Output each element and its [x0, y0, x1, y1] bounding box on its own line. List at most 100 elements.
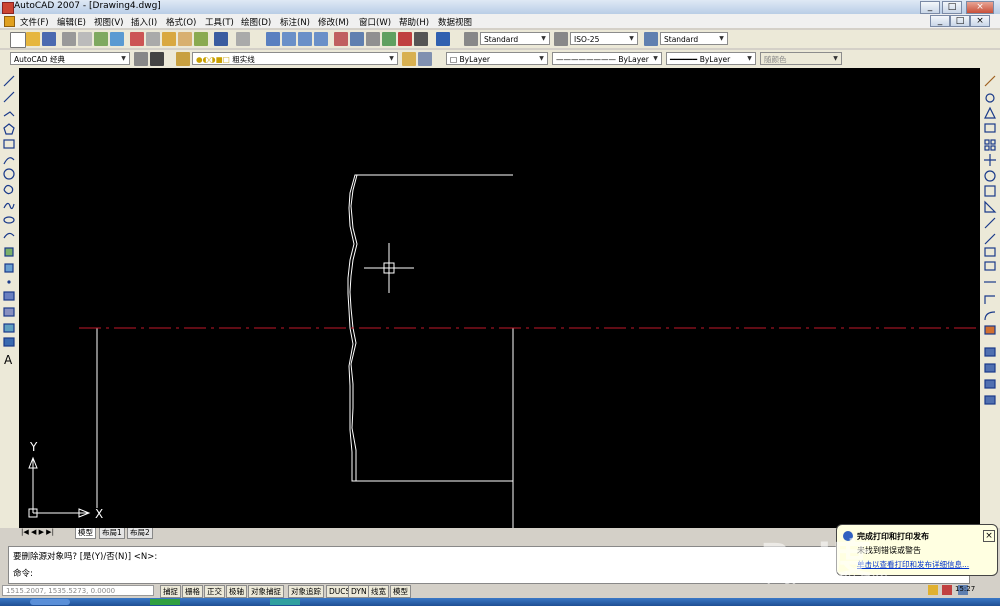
- gradient-icon[interactable]: [3, 307, 15, 317]
- break-point-icon[interactable]: [984, 247, 996, 257]
- document-icon[interactable]: [4, 16, 15, 27]
- lock-icon[interactable]: [928, 585, 938, 595]
- otrack-button[interactable]: 对象追踪: [288, 585, 324, 598]
- zoom-realtime-icon[interactable]: [282, 32, 296, 46]
- table-style-icon[interactable]: [644, 32, 658, 46]
- restore-button[interactable]: □: [942, 1, 962, 14]
- close-button[interactable]: ×: [966, 1, 994, 14]
- help-icon[interactable]: [436, 32, 450, 46]
- linetype-select[interactable]: ———————— ByLayer ▼: [552, 52, 662, 65]
- draworder-icon[interactable]: [984, 347, 996, 357]
- plot-preview-icon[interactable]: [78, 32, 92, 46]
- copy-icon[interactable]: [146, 32, 160, 46]
- menu-data-view[interactable]: 数据视图: [438, 16, 472, 28]
- menu-draw[interactable]: 绘图(D): [241, 16, 271, 28]
- ellipse-icon[interactable]: [3, 216, 15, 224]
- autocad-logo-icon[interactable]: [2, 2, 14, 14]
- move-icon[interactable]: [984, 154, 996, 166]
- new-icon[interactable]: [10, 32, 26, 48]
- plot-icon[interactable]: [62, 32, 76, 46]
- draworder-below-icon[interactable]: [984, 379, 996, 389]
- layer-previous-icon[interactable]: [418, 52, 432, 66]
- layer-select[interactable]: ●◐◑■□ 粗实线 ▼: [192, 52, 398, 65]
- polar-button[interactable]: 极轴: [226, 585, 247, 598]
- menu-format[interactable]: 格式(O): [166, 16, 196, 28]
- lineweight-select[interactable]: ━━━━━━ ByLayer ▼: [666, 52, 756, 65]
- match-properties-icon[interactable]: [178, 32, 192, 46]
- tab-nav-arrows-icon[interactable]: |◀ ◀ ▶ ▶|: [21, 528, 54, 536]
- make-block-icon[interactable]: [4, 263, 14, 273]
- table-icon[interactable]: [3, 337, 15, 347]
- make-layer-current-icon[interactable]: [402, 52, 416, 66]
- workspace-settings-icon[interactable]: [134, 52, 148, 66]
- coordinate-readout[interactable]: 1515.2007, 1535.5273, 0.0000: [2, 585, 154, 596]
- publish-icon[interactable]: [94, 32, 108, 46]
- layer-manager-icon[interactable]: [176, 52, 190, 66]
- menu-tools[interactable]: 工具(T): [205, 16, 234, 28]
- open-icon[interactable]: [26, 32, 40, 46]
- region-icon[interactable]: [3, 323, 15, 333]
- tab-layout2[interactable]: 布局2: [127, 528, 153, 539]
- text-style-select[interactable]: Standard ▼: [480, 32, 550, 45]
- menu-help[interactable]: 帮助(H): [399, 16, 429, 28]
- menu-modify[interactable]: 修改(M): [318, 16, 349, 28]
- snap-button[interactable]: 捕捉: [160, 585, 181, 598]
- lineweight-button[interactable]: 线宽: [368, 585, 389, 598]
- rectangle-icon[interactable]: [3, 139, 15, 149]
- doc-minimize-button[interactable]: _: [930, 15, 950, 27]
- mirror-icon[interactable]: [984, 106, 996, 119]
- explode-icon[interactable]: [984, 325, 996, 335]
- dim-style-select[interactable]: ISO-25 ▼: [570, 32, 638, 45]
- save-icon[interactable]: [42, 32, 56, 46]
- plot-status-icon[interactable]: [942, 585, 952, 595]
- circle-icon[interactable]: [3, 168, 15, 180]
- zoom-previous-icon[interactable]: [314, 32, 328, 46]
- tab-model[interactable]: 模型: [75, 528, 96, 539]
- dyn-button[interactable]: DYN: [348, 585, 370, 598]
- tool-palettes-icon[interactable]: [366, 32, 380, 46]
- menu-edit[interactable]: 编辑(E): [57, 16, 86, 28]
- sheet-set-icon[interactable]: [382, 32, 396, 46]
- line-icon[interactable]: [3, 75, 15, 87]
- doc-close-button[interactable]: ×: [970, 15, 990, 27]
- draworder-back-icon[interactable]: [984, 395, 996, 405]
- balloon-details-link[interactable]: 单击以查看打印和发布详细信息...: [857, 559, 969, 570]
- properties-icon[interactable]: [334, 32, 348, 46]
- dim-style-icon[interactable]: [554, 32, 568, 46]
- model-button[interactable]: 模型: [390, 585, 411, 598]
- taskbar-app-icon[interactable]: [270, 599, 300, 605]
- ortho-button[interactable]: 正交: [204, 585, 225, 598]
- design-center-icon[interactable]: [350, 32, 364, 46]
- text-style-icon[interactable]: [464, 32, 478, 46]
- start-button[interactable]: [30, 599, 70, 605]
- insert-block-icon[interactable]: [4, 247, 14, 257]
- copy-object-icon[interactable]: [985, 93, 995, 103]
- polyline-icon[interactable]: [3, 111, 15, 117]
- table-style-select[interactable]: Standard ▼: [660, 32, 728, 45]
- zoom-window-icon[interactable]: [298, 32, 312, 46]
- plot-style-select[interactable]: 随颜色 ▼: [760, 52, 842, 65]
- paste-icon[interactable]: [162, 32, 176, 46]
- command-prompt[interactable]: 命令:: [13, 567, 33, 579]
- polygon-icon[interactable]: [3, 123, 15, 135]
- multiline-text-icon[interactable]: A: [4, 353, 13, 367]
- scale-icon[interactable]: [984, 185, 996, 197]
- block-editor-icon[interactable]: [194, 32, 208, 46]
- menu-view[interactable]: 视图(V): [94, 16, 123, 28]
- undo-icon[interactable]: [214, 32, 228, 46]
- menu-insert[interactable]: 插入(I): [131, 16, 157, 28]
- construction-line-icon[interactable]: [3, 91, 15, 103]
- menu-window[interactable]: 窗口(W): [359, 16, 391, 28]
- cut-icon[interactable]: [130, 32, 144, 46]
- spline-icon[interactable]: [3, 202, 15, 210]
- break-icon[interactable]: [984, 261, 996, 271]
- pan-icon[interactable]: [266, 32, 280, 46]
- workspace-save-icon[interactable]: [150, 52, 164, 66]
- redo-icon[interactable]: [236, 32, 250, 46]
- calculator-icon[interactable]: [414, 32, 428, 46]
- 3d-dwf-icon[interactable]: [110, 32, 124, 46]
- array-icon[interactable]: [984, 139, 990, 145]
- extend-icon[interactable]: [984, 233, 996, 245]
- tab-layout1[interactable]: 布局1: [99, 528, 125, 539]
- markup-icon[interactable]: [398, 32, 412, 46]
